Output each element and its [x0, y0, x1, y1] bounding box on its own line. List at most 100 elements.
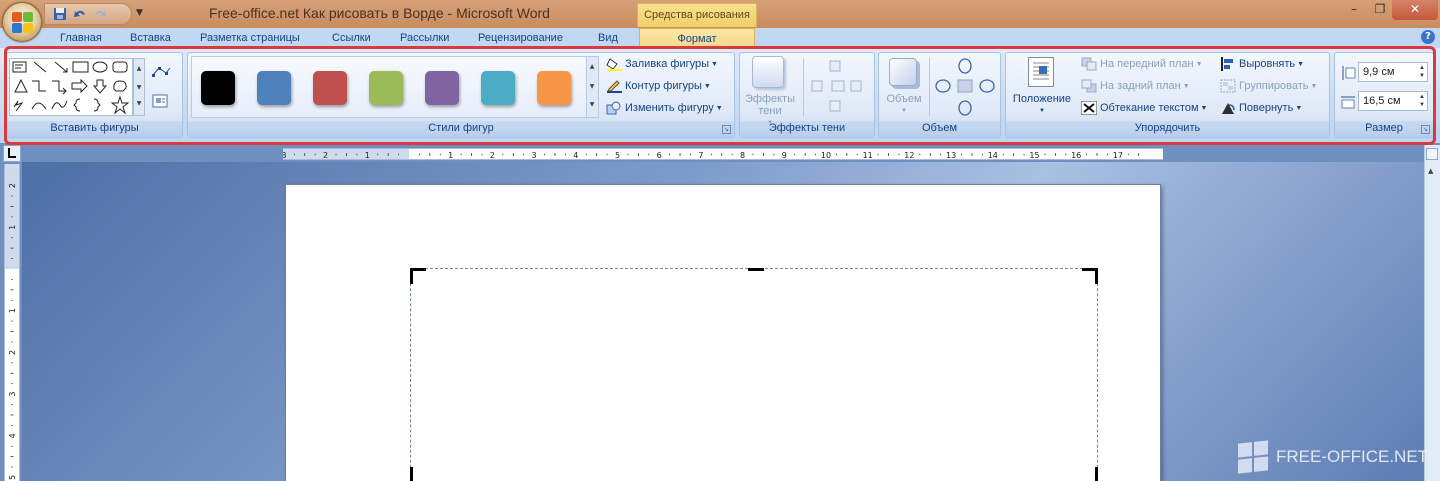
wrap-text-button[interactable]: Обтекание текстом ▼ — [1080, 100, 1207, 116]
undo-icon[interactable] — [73, 7, 87, 21]
ruler-label: 2 — [8, 183, 17, 188]
canvas-handle[interactable] — [1095, 268, 1098, 284]
ruler-label: 17 — [1113, 151, 1123, 160]
spinner-arrows-icon[interactable]: ▲ ▼ — [1419, 64, 1425, 80]
tab-selector[interactable] — [3, 145, 21, 162]
shape-height-value: 9,9 см — [1363, 66, 1395, 78]
close-button[interactable]: ✕ — [1392, 0, 1438, 20]
canvas-handle[interactable] — [410, 268, 413, 284]
gallery-more-icon[interactable]: ▼ — [134, 97, 144, 115]
tab-format[interactable]: Формат — [639, 28, 755, 49]
quick-access-toolbar — [44, 3, 132, 25]
minimize-button[interactable]: – — [1340, 0, 1368, 20]
tab-home[interactable]: Главная — [60, 32, 102, 44]
separator — [803, 58, 804, 116]
3d-effects-button[interactable]: Объем ▼ — [884, 93, 924, 117]
ruler-label: 4 — [8, 433, 17, 438]
shape-width-icon — [1340, 94, 1356, 113]
bring-forward-button[interactable]: На передний план ▼ — [1081, 57, 1203, 71]
style-swatch[interactable] — [369, 71, 403, 105]
shape-width-input[interactable]: 16,5 см ▲ ▼ — [1358, 91, 1428, 111]
shape-outline-label: Контур фигуры — [625, 79, 702, 92]
tab-mailings[interactable]: Рассылки — [400, 32, 449, 44]
redo-icon[interactable] — [93, 7, 107, 21]
help-icon[interactable]: ? — [1421, 30, 1435, 44]
shadow-effects-icon[interactable] — [752, 56, 784, 88]
ruler-ticks: 2 1 1 2 3 4 5 — [8, 183, 17, 480]
ruler-ticks: 3 2 1 1 2 3 4 5 6 7 8 9 10 11 12 13 14 15 16 17 — [283, 151, 1140, 160]
ruler-label: 5 — [615, 151, 620, 160]
toggle-shadow-icon[interactable] — [831, 80, 845, 92]
nudge-shadow-down-icon[interactable] — [829, 100, 841, 112]
ruler-label: 7 — [698, 151, 703, 160]
drawing-canvas[interactable] — [410, 268, 1098, 481]
tab-view[interactable]: Вид — [598, 32, 618, 44]
dialog-launcher-icon[interactable]: ↘ — [722, 125, 731, 134]
canvas-handle[interactable] — [1095, 467, 1098, 481]
vertical-ruler[interactable]: 2 1 1 2 3 4 5 — [4, 164, 20, 481]
shape-styles-scroll[interactable]: ▲ ▼ ▼ — [586, 56, 599, 118]
scroll-up-icon[interactable]: ▲ — [587, 57, 597, 77]
group-icon — [1220, 79, 1236, 93]
group-button[interactable]: Группировать ▼ — [1220, 79, 1317, 93]
scroll-down-icon[interactable]: ▼ — [587, 77, 597, 97]
dialog-launcher-icon[interactable]: ↘ — [1421, 125, 1430, 134]
nudge-shadow-left-icon[interactable] — [811, 80, 823, 92]
tab-references[interactable]: Ссылки — [332, 32, 371, 44]
ruler-label: 1 — [8, 225, 17, 230]
shape-outline-button[interactable]: Контур фигуры ▼ — [606, 79, 711, 93]
shapes-gallery[interactable] — [9, 58, 133, 116]
ruler-toggle-icon[interactable] — [1426, 148, 1438, 160]
spinner-arrows-icon[interactable]: ▲ ▼ — [1419, 93, 1425, 109]
tilt-up-icon[interactable] — [958, 58, 972, 74]
nudge-shadow-right-icon[interactable] — [850, 80, 862, 92]
scroll-up-icon[interactable]: ▲ — [1428, 167, 1433, 175]
tilt-left-icon[interactable] — [935, 79, 951, 93]
toggle-3d-icon[interactable] — [957, 79, 973, 93]
align-button[interactable]: Выровнять ▼ — [1220, 57, 1304, 71]
ruler-label: 14 — [988, 151, 998, 160]
style-swatch[interactable] — [201, 71, 235, 105]
wrap-text-label: Обтекание текстом — [1100, 101, 1199, 114]
shape-height-input[interactable]: 9,9 см ▲ ▼ — [1358, 62, 1428, 82]
shapes-gallery-scroll[interactable]: ▲ ▼ ▼ — [133, 58, 145, 116]
scroll-down-icon[interactable]: ▼ — [134, 78, 144, 97]
gallery-more-icon[interactable]: ▼ — [587, 97, 597, 117]
shape-fill-button[interactable]: Заливка фигуры ▼ — [606, 57, 718, 71]
tilt-right-icon[interactable] — [979, 79, 995, 93]
edit-shape-icon[interactable] — [151, 65, 173, 82]
style-swatch[interactable] — [257, 71, 291, 105]
style-swatch[interactable] — [537, 71, 571, 105]
vertical-scrollbar[interactable]: ▲ — [1424, 145, 1440, 481]
canvas-handle[interactable] — [748, 268, 764, 271]
position-button[interactable]: Положение ▼ — [1010, 93, 1074, 117]
horizontal-ruler[interactable]: 3 2 1 1 2 3 4 5 6 7 8 9 10 11 12 13 14 15 16 17 — [283, 148, 1163, 160]
office-button[interactable] — [2, 2, 42, 42]
style-swatch[interactable] — [481, 71, 515, 105]
tab-insert[interactable]: Вставка — [130, 32, 171, 44]
ruler-label: 1 — [365, 151, 370, 160]
tab-review[interactable]: Рецензирование — [478, 32, 563, 44]
shadow-effects-button[interactable]: Эффекты тени ▼ — [744, 93, 796, 129]
ruler-label: 3 — [283, 151, 286, 160]
maximize-button[interactable]: ❐ — [1368, 0, 1392, 20]
position-icon[interactable] — [1028, 57, 1054, 87]
customize-qat-icon[interactable]: ▼ — [136, 8, 143, 18]
rotate-button[interactable]: Повернуть ▼ — [1220, 101, 1302, 115]
shape-styles-gallery[interactable] — [191, 56, 587, 118]
tilt-down-icon[interactable] — [958, 100, 972, 116]
send-backward-button[interactable]: На задний план ▼ — [1081, 79, 1190, 93]
scroll-up-icon[interactable]: ▲ — [134, 59, 144, 78]
canvas-handle[interactable] — [410, 467, 413, 481]
send-backward-icon — [1081, 79, 1097, 93]
watermark-text: FREE-OFFICE.NET — [1276, 447, 1429, 466]
style-swatch[interactable] — [313, 71, 347, 105]
nudge-shadow-up-icon[interactable] — [829, 60, 841, 72]
ruler-label: 2 — [8, 350, 17, 355]
tab-page-layout[interactable]: Разметка страницы — [200, 32, 300, 44]
text-box-icon[interactable] — [152, 94, 168, 111]
change-shape-button[interactable]: Изменить фигуру ▼ — [606, 101, 723, 115]
3d-effects-icon[interactable] — [889, 58, 917, 86]
style-swatch[interactable] — [425, 71, 459, 105]
save-icon[interactable] — [53, 7, 67, 21]
